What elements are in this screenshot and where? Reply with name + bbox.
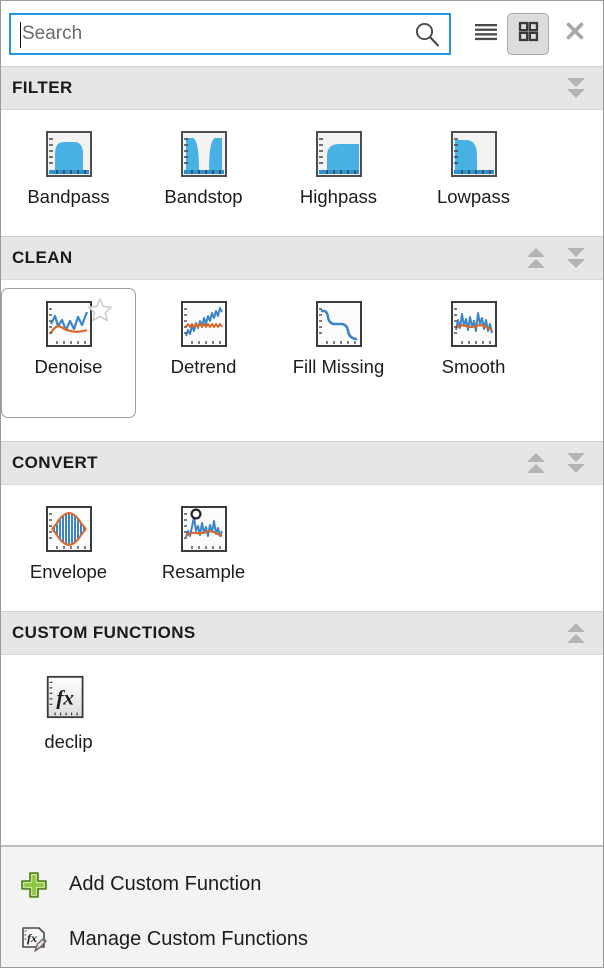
add-custom-function-label: Add Custom Function	[69, 873, 261, 896]
svg-text:fx: fx	[56, 685, 74, 709]
text-caret	[20, 22, 21, 48]
collapse-up-icon[interactable]	[523, 243, 549, 273]
section-items-filter: Bandpass	[1, 110, 603, 236]
section-filter: FILTER	[1, 66, 603, 236]
gallery-item-label: declip	[44, 731, 92, 754]
detrend-icon	[180, 300, 228, 348]
gallery-item-label: Denoise	[35, 356, 103, 379]
section-header-arrows	[563, 73, 589, 103]
gallery-footer: Add Custom Function fx Manage Custom	[1, 846, 603, 967]
envelope-icon	[45, 505, 93, 553]
gallery-toolbar	[1, 1, 603, 66]
icon-slot	[442, 297, 506, 351]
svg-text:fx: fx	[27, 931, 37, 945]
icon-slot	[37, 127, 101, 181]
favorite-star-icon[interactable]	[87, 297, 113, 323]
gallery-item-smooth[interactable]: Smooth	[406, 288, 541, 390]
icon-slot: fx	[37, 672, 101, 726]
section-items-clean: Denoise	[1, 280, 603, 441]
section-clean: CLEAN	[1, 236, 603, 441]
highpass-icon	[315, 130, 363, 178]
collapse-up-icon[interactable]	[523, 448, 549, 478]
section-title: CUSTOM FUNCTIONS	[12, 623, 563, 643]
gallery-item-label: Bandstop	[164, 186, 242, 209]
search-input[interactable]	[11, 15, 449, 53]
fx-icon: fx	[45, 675, 93, 723]
expand-down-icon[interactable]	[563, 73, 589, 103]
gallery-item-resample[interactable]: Resample	[136, 493, 271, 595]
gallery-item-label: Lowpass	[437, 186, 510, 209]
gallery-item-bandstop[interactable]: Bandstop	[136, 118, 271, 220]
icon-slot	[307, 127, 371, 181]
gallery-item-detrend[interactable]: Detrend	[136, 288, 271, 390]
section-header-arrows	[563, 618, 589, 648]
gallery-item-label: Highpass	[300, 186, 377, 209]
expand-down-icon[interactable]	[563, 448, 589, 478]
gallery-item-highpass[interactable]: Highpass	[271, 118, 406, 220]
section-header-filter: FILTER	[1, 66, 603, 110]
add-custom-function-button[interactable]: Add Custom Function	[1, 857, 603, 912]
grid-view-icon	[516, 19, 541, 49]
bandpass-icon	[45, 130, 93, 178]
gallery-item-label: Smooth	[442, 356, 506, 379]
manage-custom-functions-label: Manage Custom Functions	[69, 928, 308, 951]
manage-fx-icon: fx	[19, 925, 49, 955]
green-plus-icon	[19, 870, 49, 900]
icon-slot	[37, 502, 101, 556]
icon-slot	[172, 502, 236, 556]
grid-view-button[interactable]	[507, 13, 549, 55]
gallery-item-envelope[interactable]: Envelope	[1, 493, 136, 595]
gallery-item-label: Envelope	[30, 561, 107, 584]
collapse-up-icon[interactable]	[563, 618, 589, 648]
icon-slot	[172, 297, 236, 351]
lowpass-icon	[450, 130, 498, 178]
list-view-button[interactable]	[465, 13, 507, 55]
expand-down-icon[interactable]	[563, 243, 589, 273]
denoise-icon	[45, 300, 93, 348]
manage-custom-functions-button[interactable]: fx Manage Custom Functions	[1, 912, 603, 967]
gallery-item-fill-missing[interactable]: Fill Missing	[271, 288, 406, 390]
icon-slot	[442, 127, 506, 181]
section-items-convert: Envelope	[1, 485, 603, 611]
fill-missing-icon	[315, 300, 363, 348]
gallery-item-label: Bandpass	[27, 186, 109, 209]
search-icon	[414, 21, 440, 47]
bandstop-icon	[180, 130, 228, 178]
gallery-item-declip[interactable]: fx	[1, 663, 136, 765]
gallery-item-lowpass[interactable]: Lowpass	[406, 118, 541, 220]
gallery-item-denoise[interactable]: Denoise	[1, 288, 136, 418]
section-header-arrows	[523, 243, 589, 273]
close-icon	[563, 19, 587, 48]
gallery-item-bandpass[interactable]: Bandpass	[1, 118, 136, 220]
icon-slot	[307, 297, 371, 351]
gallery-item-label: Fill Missing	[293, 356, 384, 379]
section-convert: CONVERT	[1, 441, 603, 611]
section-title: CLEAN	[12, 248, 523, 268]
smooth-icon	[450, 300, 498, 348]
icon-slot	[37, 297, 101, 351]
section-header-convert: CONVERT	[1, 441, 603, 485]
icon-slot	[172, 127, 236, 181]
gallery-body: FILTER	[1, 66, 603, 846]
gallery-item-label: Resample	[162, 561, 245, 584]
gallery-item-label: Detrend	[171, 356, 237, 379]
section-title: CONVERT	[12, 453, 523, 473]
list-view-icon	[473, 18, 499, 49]
section-title: FILTER	[12, 78, 563, 98]
search-field-wrapper[interactable]	[9, 13, 451, 55]
section-header-arrows	[523, 448, 589, 478]
section-header-custom-functions: CUSTOM FUNCTIONS	[1, 611, 603, 655]
section-custom-functions: CUSTOM FUNCTIONS	[1, 611, 603, 793]
section-items-custom-functions: fx	[1, 655, 603, 793]
resample-icon	[180, 505, 228, 553]
section-header-clean: CLEAN	[1, 236, 603, 280]
preprocessing-gallery-panel: FILTER	[0, 0, 604, 968]
close-button[interactable]	[555, 13, 595, 55]
